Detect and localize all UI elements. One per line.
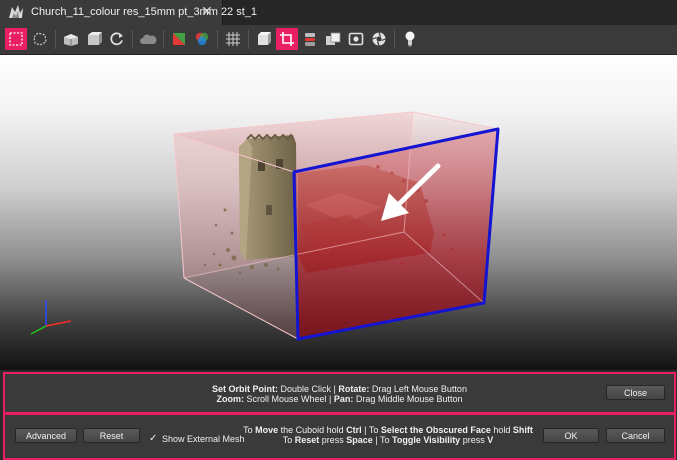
orbit-action: Double Click | (278, 384, 339, 394)
box-icon[interactable] (253, 28, 275, 50)
hint-text: press (460, 435, 488, 445)
cuboid-hint-line-2: To Reset press Space | To Toggle Visibil… (243, 435, 533, 445)
hint-text: press (319, 435, 347, 445)
toolbar (0, 25, 677, 55)
zoom-action: Scroll Mouse Wheel | (244, 394, 334, 404)
3d-viewport[interactable] (0, 55, 677, 370)
light-bulb-icon[interactable] (399, 28, 421, 50)
ok-button[interactable]: OK (543, 428, 599, 443)
hint-select-face: Select the Obscured Face (380, 425, 491, 435)
hint-text: To (282, 435, 295, 445)
hint-space-key: Space (346, 435, 373, 445)
help-line-zoom: Zoom: Scroll Mouse Wheel | Pan: Drag Mid… (5, 394, 674, 404)
help-panel: Set Orbit Point: Double Click | Rotate: … (3, 372, 676, 414)
rectangle-select-icon[interactable] (5, 28, 27, 50)
checkbox-check-icon: ✓ (149, 433, 158, 444)
hint-toggle-visibility: Toggle Visibility (392, 435, 461, 445)
hint-shift-key: Shift (512, 425, 533, 435)
close-help-button[interactable]: Close (606, 385, 665, 400)
toolbar-separator (55, 30, 56, 49)
hint-text: To (243, 425, 256, 435)
toolbar-separator (217, 30, 218, 49)
show-external-mesh-checkbox[interactable]: ✓ Show External Mesh (149, 431, 245, 446)
cancel-button[interactable]: Cancel (606, 428, 665, 443)
hint-text: | To (372, 435, 393, 445)
axis-gizmo-icon (30, 300, 72, 335)
crop-icon[interactable] (276, 28, 298, 50)
pan-label: Pan: (333, 394, 354, 404)
document-tab[interactable]: Church_11_colour res_15mm pt_3mm 22 st_1… (0, 0, 257, 25)
hint-text: | To (361, 425, 381, 435)
toolbar-separator (163, 30, 164, 49)
frame-icon[interactable] (345, 28, 367, 50)
rotate-label: Rotate: (338, 384, 370, 394)
grid-icon[interactable] (222, 28, 244, 50)
toolbar-separator (248, 30, 249, 49)
toolbar-separator (394, 30, 395, 49)
tab-close-icon[interactable]: ✕ (201, 3, 213, 20)
rotate-action: Drag Left Mouse Button (369, 384, 467, 394)
zoom-label: Zoom: (216, 394, 245, 404)
cube-view-icon[interactable] (60, 28, 82, 50)
cube-view-alt-icon[interactable] (83, 28, 105, 50)
boxes-icon[interactable] (322, 28, 344, 50)
hint-ctrl-key: Ctrl (346, 425, 362, 435)
rgb-channels-icon[interactable] (191, 28, 213, 50)
cuboid-hint-line-1: To Move the Cuboid hold Ctrl | To Select… (243, 425, 533, 435)
app-logo-icon (6, 3, 26, 24)
hint-v-key: V (487, 435, 494, 445)
help-line-orbit: Set Orbit Point: Double Click | Rotate: … (5, 384, 674, 394)
tab-title: Church_11_colour res_15mm pt_3mm 22 st_1 (31, 6, 258, 18)
hint-text: the Cuboid hold (278, 425, 347, 435)
hint-move-key: Move (255, 425, 279, 435)
toolbar-separator (132, 30, 133, 49)
aperture-icon[interactable] (368, 28, 390, 50)
hint-reset: Reset (294, 435, 320, 445)
advanced-button[interactable]: Advanced (15, 428, 77, 443)
cylinder-stack-icon[interactable] (299, 28, 321, 50)
color-triangle-icon[interactable] (168, 28, 190, 50)
action-panel: Advanced Reset ✓ Show External Mesh To M… (3, 413, 676, 460)
orbit-label: Set Orbit Point: (212, 384, 279, 394)
hint-text: hold (490, 425, 513, 435)
tab-strip: Church_11_colour res_15mm pt_3mm 22 st_1… (0, 0, 677, 25)
rotate-icon[interactable] (106, 28, 128, 50)
cloud-icon[interactable] (137, 28, 159, 50)
pan-action: Drag Middle Mouse Button (353, 394, 463, 404)
show-external-mesh-label: Show External Mesh (162, 433, 245, 444)
lasso-select-icon[interactable] (29, 28, 51, 50)
reset-button[interactable]: Reset (83, 428, 140, 443)
